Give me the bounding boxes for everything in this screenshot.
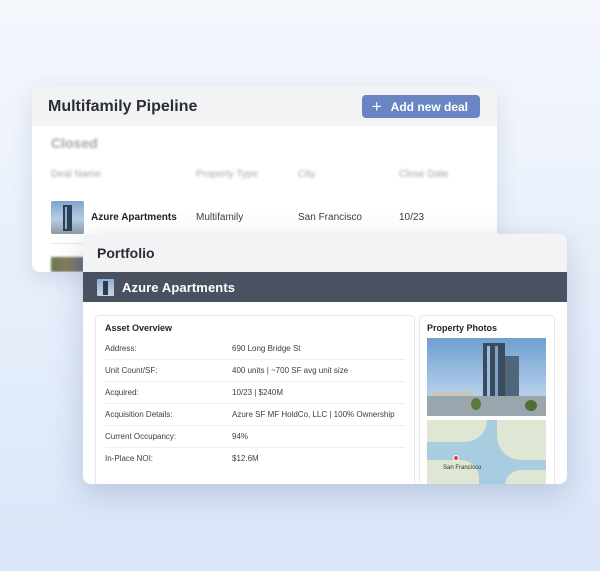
- asset-row-unit-count: Unit Count/SF: 400 units | ~700 SF avg u…: [105, 360, 405, 382]
- asset-value: 94%: [232, 432, 249, 441]
- asset-label: Unit Count/SF:: [105, 366, 158, 375]
- portfolio-card: Portfolio Azure Apartments Asset Overvie…: [83, 234, 567, 484]
- asset-label: Acquired:: [105, 388, 139, 397]
- asset-label: Address:: [105, 344, 137, 353]
- asset-row-acquisition-details: Acquisition Details: Azure SF MF HoldCo,…: [105, 404, 405, 426]
- asset-row-address: Address: 690 Long Bridge St: [105, 338, 405, 360]
- column-header-property-type[interactable]: Property Type: [196, 169, 258, 180]
- section-label-closed: Closed: [51, 135, 98, 151]
- asset-label: Acquisition Details:: [105, 410, 173, 419]
- add-new-deal-button[interactable]: + Add new deal: [361, 95, 480, 118]
- map-pin-icon: [453, 455, 459, 461]
- asset-label: Current Occupancy:: [105, 432, 177, 441]
- property-map[interactable]: San Francisco: [427, 420, 546, 484]
- asset-value: 690 Long Bridge St: [232, 344, 301, 353]
- property-title-bar: Azure Apartments: [83, 272, 567, 302]
- asset-row-noi: In-Place NOI: $12.6M: [105, 448, 405, 470]
- asset-value: $12.6M: [232, 454, 259, 463]
- portfolio-header: Portfolio: [83, 234, 567, 272]
- pipeline-title: Multifamily Pipeline: [48, 97, 198, 115]
- deal-close-date: 10/23: [399, 212, 425, 223]
- deal-name: Azure Apartments: [91, 212, 177, 223]
- building-icon: [97, 278, 114, 296]
- asset-row-acquired: Acquired: 10/23 | $240M: [105, 382, 405, 404]
- column-header-deal-name[interactable]: Deal Name: [51, 169, 101, 180]
- deal-property-type: Multifamily: [196, 212, 244, 223]
- asset-value: Azure SF MF HoldCo, LLC | 100% Ownership: [232, 410, 395, 419]
- asset-label: In-Place NOI:: [105, 454, 154, 463]
- property-name: Azure Apartments: [122, 279, 236, 295]
- deal-thumbnail: [51, 201, 84, 234]
- property-photos-title: Property Photos: [427, 323, 498, 333]
- pipeline-header: Multifamily Pipeline + Add new deal: [32, 87, 497, 126]
- asset-overview-panel: Asset Overview Address: 690 Long Bridge …: [95, 315, 415, 484]
- column-header-city[interactable]: City: [298, 169, 315, 180]
- deal-thumbnail: [51, 257, 84, 272]
- asset-row-occupancy: Current Occupancy: 94%: [105, 426, 405, 448]
- plus-icon: +: [371, 97, 382, 116]
- table-row[interactable]: Azure Apartments Multifamily San Francis…: [51, 201, 481, 235]
- add-new-deal-label: Add new deal: [390, 99, 468, 114]
- asset-value: 400 units | ~700 SF avg unit size: [232, 366, 349, 375]
- asset-overview-title: Asset Overview: [105, 323, 173, 333]
- map-label: San Francisco: [443, 465, 482, 471]
- column-header-close-date[interactable]: Close Date: [399, 169, 448, 180]
- property-photos-panel: Property Photos San Francisco: [419, 315, 555, 484]
- deal-city: San Francisco: [298, 212, 362, 223]
- property-photo[interactable]: [427, 338, 546, 416]
- portfolio-title: Portfolio: [97, 245, 155, 261]
- asset-value: 10/23 | $240M: [232, 388, 284, 397]
